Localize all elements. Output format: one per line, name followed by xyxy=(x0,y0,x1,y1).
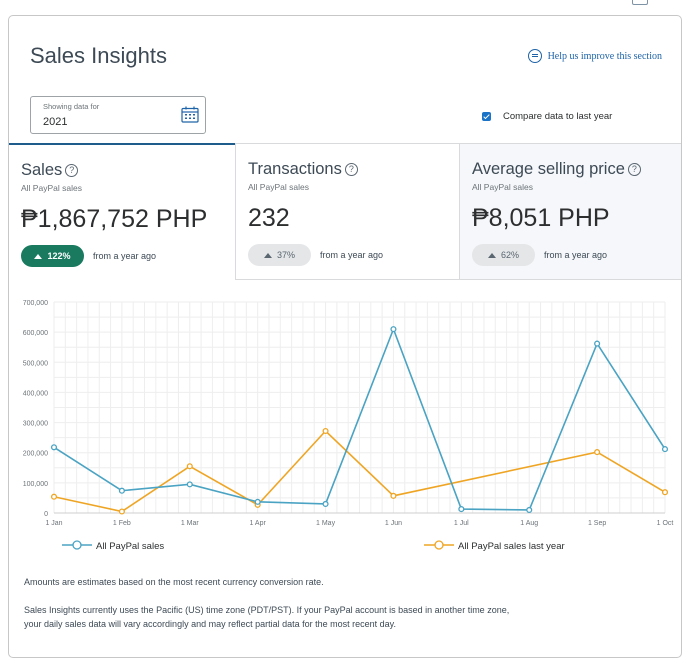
x-tick-label: 1 May xyxy=(316,520,336,527)
tab-title: Average selling price? xyxy=(472,160,641,179)
arrow-up-icon xyxy=(263,252,272,258)
x-tick-label: 1 Apr xyxy=(249,520,266,527)
change-caption: from a year ago xyxy=(320,250,384,260)
question-icon[interactable]: ? xyxy=(344,163,358,176)
data-point xyxy=(254,498,261,505)
x-tick-label: 1 Jan xyxy=(45,520,62,527)
footnote-currency: Amounts are estimates based on the most … xyxy=(24,577,324,587)
change-badge: 37% xyxy=(248,244,311,266)
compare-checkbox[interactable] xyxy=(482,112,491,121)
change-badge: 62% xyxy=(472,244,535,266)
x-tick-label: 1 Jul xyxy=(454,520,469,527)
footnote-timezone: Sales Insights currently uses the Pacifi… xyxy=(24,605,510,615)
legend-marker xyxy=(434,540,444,550)
data-point xyxy=(50,493,58,500)
data-point xyxy=(390,492,397,499)
help-improve-link[interactable]: Help us improve this section xyxy=(527,49,662,63)
data-point xyxy=(390,326,397,333)
y-tick-label: 400,000 xyxy=(23,390,48,397)
change-value: 62% xyxy=(500,250,519,260)
x-tick-label: 1 Mar xyxy=(181,520,200,527)
footnote-timezone-cont: your daily sales data will vary accordin… xyxy=(24,619,397,629)
change-caption: from a year ago xyxy=(544,250,608,260)
tab-value: 232 xyxy=(248,204,290,232)
tab-title-text: Average selling price xyxy=(472,160,625,178)
x-tick-label: 1 Feb xyxy=(113,520,131,527)
metric-tabs: Sales? All PayPal sales ₱1,867,752 PHP 1… xyxy=(9,143,681,281)
help-improve-label: Help us improve this section xyxy=(547,50,662,62)
x-tick-label: 1 Jun xyxy=(385,520,402,527)
sales-line-chart: 0 100,000 200,000 300,000 400,000 500,000 600,… xyxy=(0,282,694,562)
data-point xyxy=(594,449,601,456)
data-point xyxy=(118,487,125,494)
legend-marker xyxy=(72,540,82,550)
y-tick-label: 200,000 xyxy=(23,451,48,458)
change-badge: 122% xyxy=(21,245,84,267)
y-tick-label: 600,000 xyxy=(23,330,48,337)
data-point xyxy=(322,427,329,435)
tab-title-text: Sales xyxy=(21,161,63,179)
tab-sales[interactable]: Sales? All PayPal sales ₱1,867,752 PHP 1… xyxy=(9,143,235,280)
data-point xyxy=(118,508,125,515)
date-filter-label: Showing data for xyxy=(43,102,100,111)
tab-subtitle: All PayPal sales xyxy=(248,182,309,192)
change-value: 37% xyxy=(276,250,295,260)
x-tick-label: 1 Aug xyxy=(520,520,538,527)
y-tick-label: 100,000 xyxy=(23,481,48,488)
legend-label: All PayPal sales xyxy=(96,541,164,552)
feedback-icon xyxy=(527,49,542,63)
y-tick-label: 500,000 xyxy=(23,360,48,367)
data-point xyxy=(458,506,465,513)
data-point xyxy=(661,446,669,453)
tab-average-selling-price[interactable]: Average selling price? All PayPal sales … xyxy=(459,143,681,280)
tab-value: ₱8,051 PHP xyxy=(472,204,610,232)
date-filter-value: 2021 xyxy=(43,116,68,128)
compare-label: Compare data to last year xyxy=(503,111,613,122)
legend-label: All PayPal sales last year xyxy=(458,541,565,552)
change-caption: from a year ago xyxy=(93,251,157,261)
tab-subtitle: All PayPal sales xyxy=(472,182,533,192)
data-point xyxy=(526,506,533,514)
calendar-icon[interactable] xyxy=(181,106,199,123)
corner-tab xyxy=(632,0,648,5)
arrow-up-icon xyxy=(487,252,496,258)
tab-value: ₱1,867,752 PHP xyxy=(21,205,208,233)
y-tick-label: 300,000 xyxy=(23,421,48,428)
date-filter[interactable]: Showing data for 2021 xyxy=(30,96,206,134)
data-point xyxy=(186,463,193,470)
tab-title-text: Transactions xyxy=(248,160,342,178)
data-point xyxy=(322,500,329,508)
data-point xyxy=(594,340,601,347)
data-point xyxy=(186,481,193,488)
x-tick-label: 1 Sep xyxy=(588,520,606,527)
compare-last-year-toggle[interactable]: Compare data to last year xyxy=(482,111,612,122)
tab-transactions[interactable]: Transactions? All PayPal sales 232 37% f… xyxy=(235,143,459,280)
change-value: 122% xyxy=(47,251,71,261)
y-tick-label: 0 xyxy=(44,511,48,518)
tab-subtitle: All PayPal sales xyxy=(21,183,82,193)
tab-title: Sales? xyxy=(21,161,79,180)
tab-title: Transactions? xyxy=(248,160,358,179)
y-tick-label: 700,000 xyxy=(23,300,48,307)
question-icon[interactable]: ? xyxy=(627,163,641,176)
arrow-up-icon xyxy=(34,253,43,259)
data-point xyxy=(50,444,58,451)
page-title: Sales Insights xyxy=(30,43,167,68)
x-tick-label: 1 Oct xyxy=(657,520,674,527)
chart-svg: 0 100,000 200,000 300,000 400,000 500,000 600,… xyxy=(23,300,674,552)
question-icon[interactable]: ? xyxy=(65,164,79,177)
data-point xyxy=(661,489,669,496)
